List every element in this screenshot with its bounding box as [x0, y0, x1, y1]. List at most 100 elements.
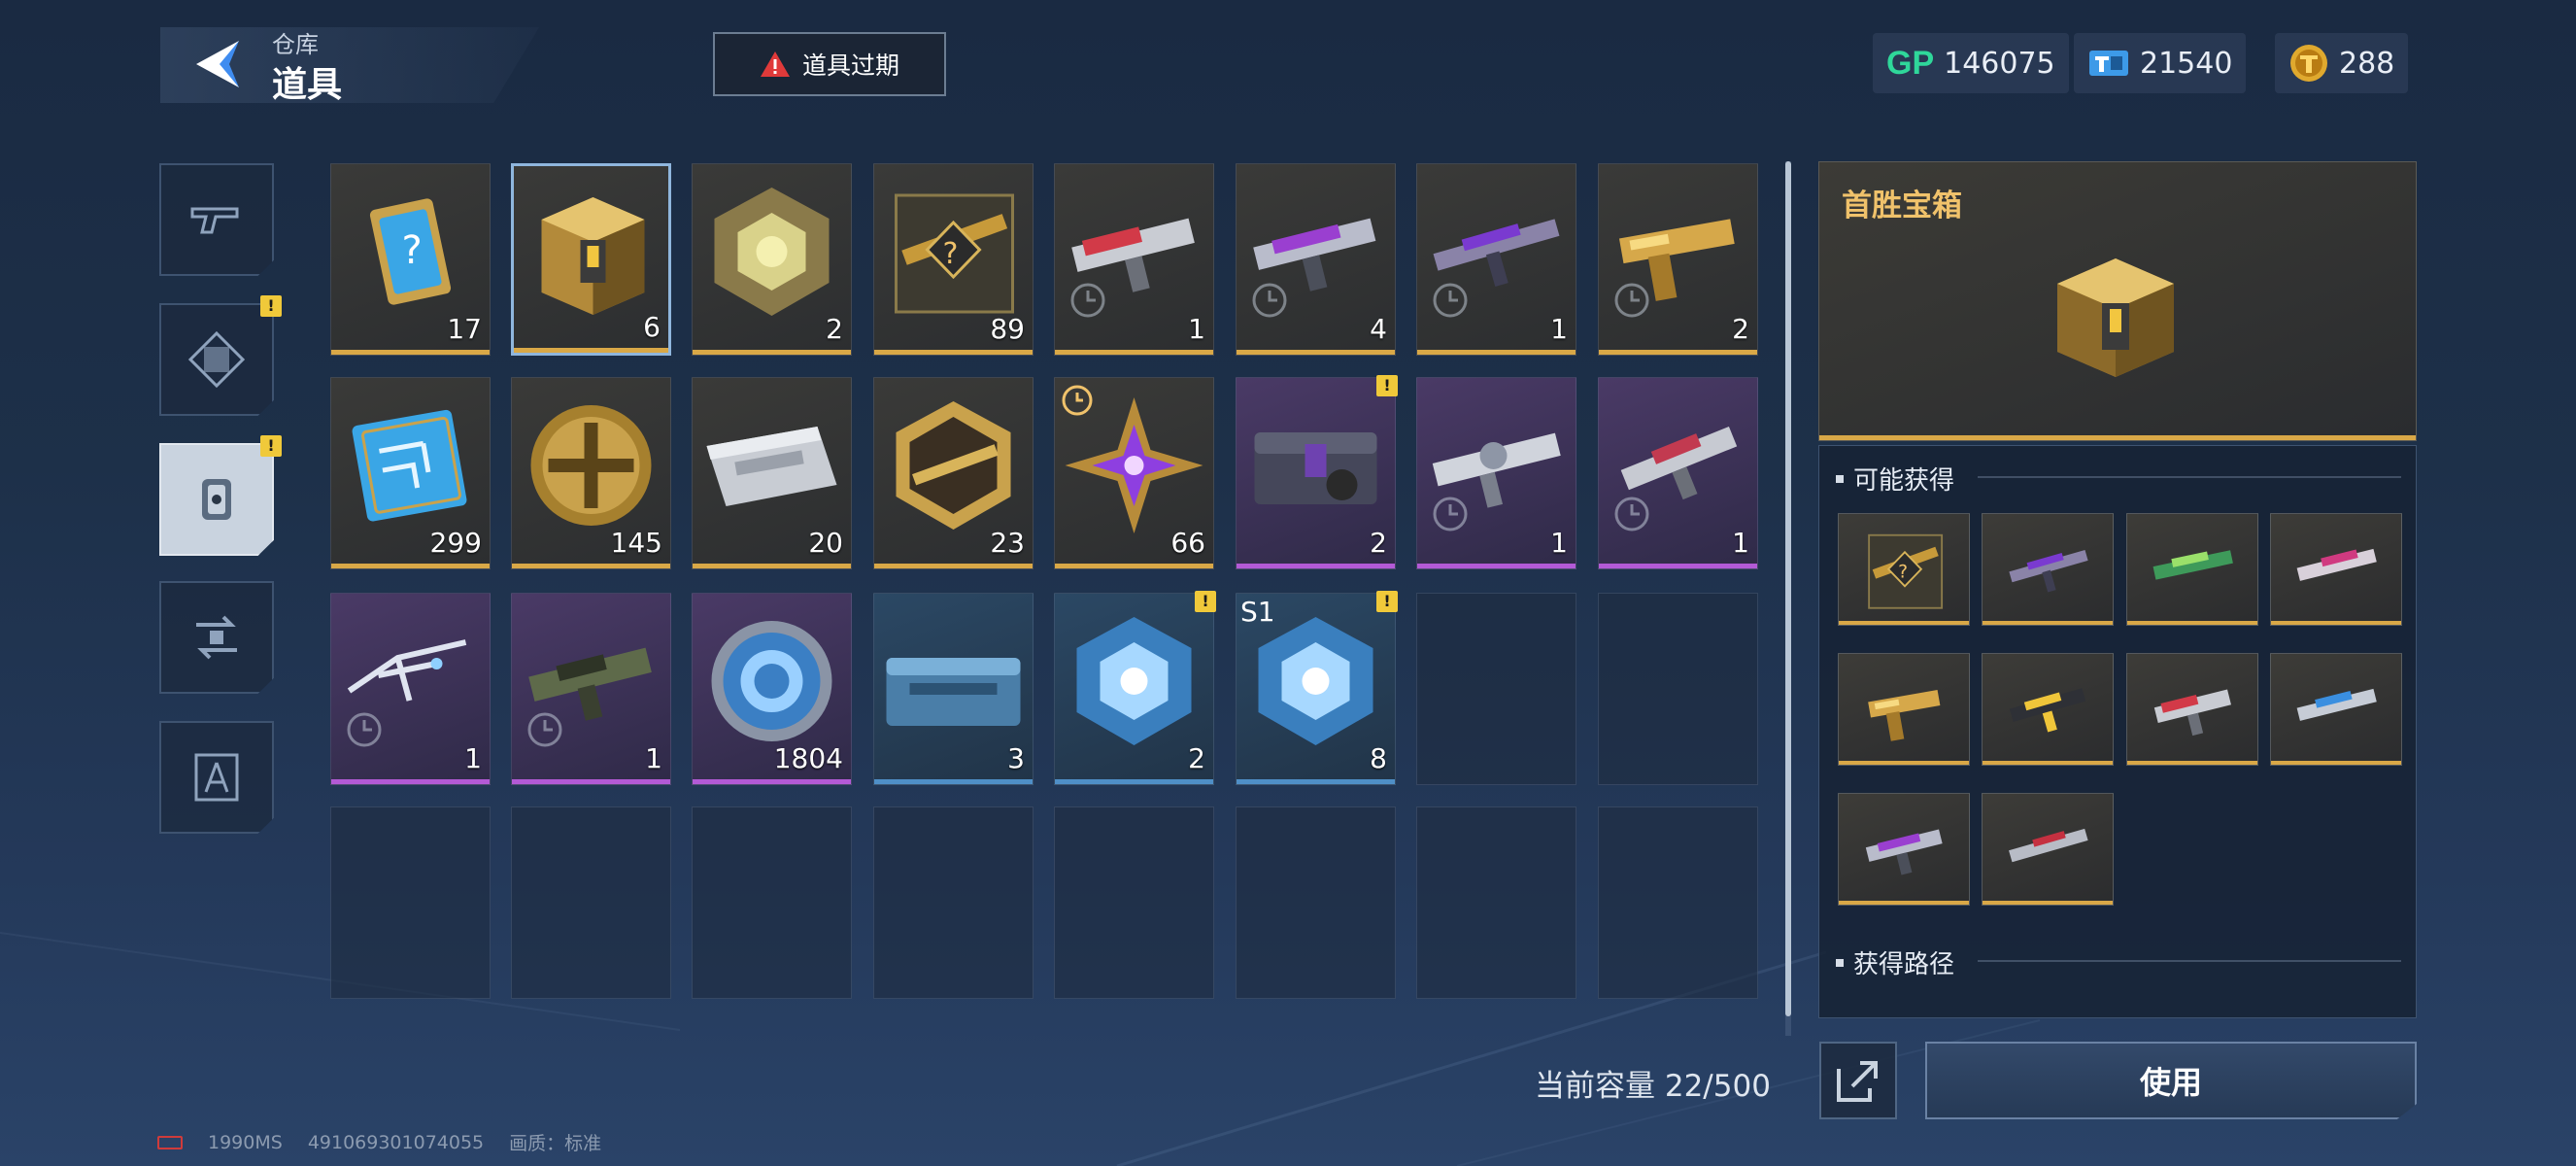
- inventory-slot[interactable]: 1804: [692, 593, 852, 785]
- gun-icon: [190, 207, 239, 234]
- inventory-slot[interactable]: 1: [1054, 163, 1214, 356]
- empty-slot: [1598, 593, 1758, 785]
- item-count: 1: [1188, 313, 1205, 345]
- inventory-slot[interactable]: 6: [511, 163, 671, 356]
- inventory-slot[interactable]: 299: [330, 377, 491, 569]
- gold-chest-icon: [541, 197, 645, 315]
- expired-items-button[interactable]: 道具过期: [713, 32, 946, 96]
- empty-slot: [1054, 806, 1214, 999]
- item-count: 89: [990, 313, 1025, 345]
- inventory-slot[interactable]: 23: [873, 377, 1034, 569]
- inventory-slot[interactable]: 2: [692, 163, 852, 356]
- quality-text: 画质：标准: [509, 1133, 602, 1154]
- inventory-slot[interactable]: S1 8: [1236, 593, 1396, 785]
- category-tab-frames[interactable]: [159, 303, 274, 416]
- gold-cube-icon: [714, 188, 830, 316]
- inventory-slot[interactable]: 1: [1598, 377, 1758, 569]
- blue-cube-icon: [1076, 617, 1192, 745]
- item-count: 6: [643, 311, 661, 343]
- mystery-card-icon: ?: [369, 198, 452, 305]
- blueprint-icon: [194, 753, 239, 802]
- blue-coin-icon: [711, 621, 832, 741]
- reward-item[interactable]: [1982, 653, 2114, 766]
- reward-item[interactable]: [1982, 513, 2114, 626]
- svg-text:?: ?: [1898, 563, 1908, 583]
- capacity-label: 当前容量 22/500: [1535, 1069, 1771, 1104]
- chip-card-icon: [352, 409, 467, 522]
- category-tab-weapons[interactable]: [159, 163, 274, 276]
- share-icon: [1837, 1061, 1878, 1102]
- inventory-slot[interactable]: 1: [1416, 377, 1576, 569]
- reward-item[interactable]: ?: [1838, 513, 1970, 626]
- inventory-slot[interactable]: 2: [1054, 593, 1214, 785]
- category-tab-blueprints[interactable]: [159, 721, 274, 834]
- reward-item[interactable]: [2126, 653, 2258, 766]
- item-count: 1: [1732, 527, 1749, 559]
- currency-coin: 288: [2275, 33, 2409, 93]
- reward-item[interactable]: [2270, 653, 2402, 766]
- uid-text: 491069301074055: [307, 1131, 485, 1153]
- reward-item[interactable]: [1838, 653, 1970, 766]
- inventory-slot[interactable]: 3: [873, 593, 1034, 785]
- empty-slot: [873, 806, 1034, 999]
- item-count: 1: [464, 742, 482, 774]
- item-count: 2: [1370, 527, 1387, 559]
- frame-icon: [187, 330, 246, 389]
- category-items-badge: !: [260, 435, 282, 457]
- item-count: 1: [645, 742, 662, 774]
- gp-value: 146075: [1944, 46, 2055, 81]
- item-count: 3: [1007, 742, 1025, 774]
- pink-rifle-icon: [2296, 548, 2377, 581]
- inventory-slot[interactable]: 66: [1054, 377, 1214, 569]
- purple-rifle-icon: [2009, 550, 2088, 593]
- dark-chest-icon: [1254, 432, 1377, 504]
- svg-text:?: ?: [943, 237, 959, 271]
- item-count: 2: [1732, 313, 1749, 345]
- inventory-slot[interactable]: 145: [511, 377, 671, 569]
- inventory-slot[interactable]: 20: [692, 377, 852, 569]
- section-divider: [1978, 476, 2401, 478]
- timed-icon: [1614, 497, 1649, 532]
- breadcrumb-parent: 仓库: [272, 31, 319, 58]
- gold-coin-icon: [530, 405, 652, 526]
- empty-slot: [1598, 806, 1758, 999]
- empty-slot: [330, 806, 491, 999]
- back-arrow-icon[interactable]: [190, 39, 245, 89]
- mystery-rifle-icon: ?: [1868, 533, 1944, 609]
- inventory-slot[interactable]: 2: [1236, 377, 1396, 569]
- yellow-smg-icon: [2009, 688, 2086, 733]
- currency-ticket: 21540: [2074, 33, 2247, 93]
- rewards-section-title: 可能获得: [1853, 466, 1955, 496]
- inventory-slot[interactable]: 2: [1598, 163, 1758, 356]
- share-button[interactable]: [1819, 1042, 1897, 1119]
- inventory-slot[interactable]: 4: [1236, 163, 1396, 356]
- clock-icon: [1062, 385, 1093, 416]
- status-footer: 1990MS 491069301074055 画质：标准: [157, 1129, 601, 1155]
- empty-slot: [1416, 806, 1576, 999]
- inventory-slot[interactable]: ? 17: [330, 163, 491, 356]
- category-tab-exchange[interactable]: [159, 581, 274, 694]
- inventory-slot[interactable]: 1: [1416, 163, 1576, 356]
- category-tab-items[interactable]: [159, 443, 274, 556]
- item-count: 2: [826, 313, 843, 345]
- first-win-chest-icon: [2057, 258, 2174, 377]
- inventory-slot[interactable]: 1: [511, 593, 671, 785]
- inventory-scrollbar[interactable]: [1785, 161, 1791, 1016]
- reward-item[interactable]: [1982, 793, 2114, 906]
- coin-value: 288: [2339, 46, 2395, 81]
- latency-text: 1990MS: [208, 1131, 283, 1153]
- empty-slot: [1416, 593, 1576, 785]
- timed-icon: [1433, 497, 1468, 532]
- gp-icon: GP: [1886, 44, 1935, 82]
- hex-badge-icon: [896, 401, 1011, 530]
- reward-item[interactable]: [2126, 513, 2258, 626]
- reward-item[interactable]: [2270, 513, 2402, 626]
- empty-slot: [511, 806, 671, 999]
- inventory-slot[interactable]: ? 89: [873, 163, 1034, 356]
- item-count: 1: [1550, 313, 1568, 345]
- new-item-badge: !: [1376, 375, 1398, 396]
- use-button[interactable]: 使用: [1925, 1042, 2417, 1119]
- inventory-slot[interactable]: 1: [330, 593, 491, 785]
- reward-item[interactable]: [1838, 793, 1970, 906]
- item-count: 8: [1370, 742, 1387, 774]
